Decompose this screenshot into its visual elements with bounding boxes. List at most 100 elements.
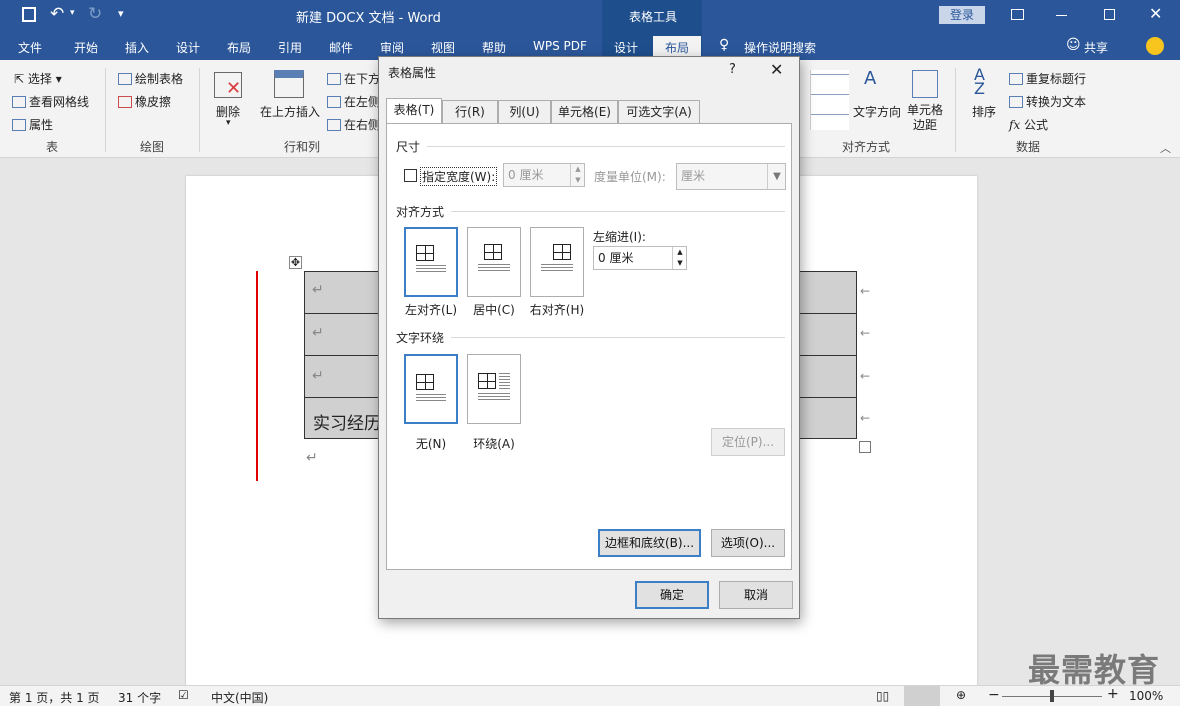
wrap-section-title: 文字环绕 [396, 331, 445, 345]
draw-table-button[interactable]: 绘制表格 [118, 70, 183, 87]
chevron-down-icon[interactable]: ▾ [226, 118, 231, 128]
wrap-around-option[interactable] [467, 354, 521, 424]
zoom-level[interactable]: 100% [1129, 689, 1163, 703]
maximize-icon[interactable] [1104, 9, 1115, 20]
insert-above-button[interactable]: 在上方插入 [260, 103, 320, 120]
chevron-down-icon[interactable]: ▾ [70, 8, 75, 18]
align-center-label[interactable]: 居中(C) [459, 301, 529, 318]
word-count[interactable]: 31 个字 [118, 689, 161, 706]
align-right-option[interactable] [530, 227, 584, 297]
collapse-ribbon-icon[interactable]: ︿ [1160, 140, 1171, 156]
row-end-mark-icon: ← [860, 369, 871, 383]
ok-button[interactable]: 确定 [635, 581, 709, 609]
customize-icon[interactable]: ▾ [118, 7, 124, 20]
options-button[interactable]: 选项(O)... [711, 529, 785, 557]
print-layout-icon[interactable] [904, 686, 940, 706]
status-bar: 第 1 页，共 1 页 31 个字 ☑ 中文(中国) ▯▯ ⊕ − + 100% [0, 685, 1180, 706]
formula-button[interactable]: fx 公式 [1009, 116, 1048, 133]
tab-table-design[interactable]: 设计 [614, 39, 638, 56]
sort-icon: AZ [974, 65, 985, 98]
size-section-title: 尺寸 [396, 140, 421, 154]
section-divider [451, 337, 785, 338]
align-left-option[interactable] [404, 227, 458, 297]
ribbon-display-icon[interactable] [1011, 9, 1024, 20]
share-button[interactable]: 共享 [1084, 39, 1108, 56]
login-button[interactable]: 登录 [939, 6, 985, 24]
tab-column[interactable]: 列(U) [498, 100, 551, 124]
web-layout-icon[interactable]: ⊕ [956, 688, 966, 702]
tab-wps-pdf[interactable]: WPS PDF [533, 39, 587, 53]
dialog-close-icon[interactable]: ✕ [770, 60, 783, 79]
properties-button[interactable]: 属性 [12, 116, 53, 133]
language-indicator[interactable]: 中文(中国) [211, 689, 268, 706]
align-left-label[interactable]: 左对齐(L) [396, 301, 466, 318]
position-button: 定位(P)... [711, 428, 785, 456]
tab-alt-text[interactable]: 可选文字(A) [618, 100, 700, 124]
borders-shading-button[interactable]: 边框和底纹(B)... [598, 529, 701, 557]
align-right-label[interactable]: 右对齐(H) [522, 301, 592, 318]
dialog-tab-panel: 尺寸 指定宽度(W): 0 厘米 ▲ ▼ 度量单位(M): 厘米 ▼ 对齐方式 左… [386, 123, 792, 570]
select-button[interactable]: ⇱ 选择 ▾ [14, 70, 62, 87]
tab-file[interactable]: 文件 [18, 39, 42, 56]
cursor-icon: ⇱ [14, 72, 28, 86]
tab-mailings[interactable]: 邮件 [329, 39, 353, 56]
zoom-in-icon[interactable]: + [1107, 686, 1119, 702]
eraser-button[interactable]: 橡皮擦 [118, 93, 171, 110]
tab-row[interactable]: 行(R) [442, 100, 498, 124]
user-icon: ☺ [1066, 37, 1081, 53]
cancel-button[interactable]: 取消 [719, 581, 793, 609]
ribbon-separator [105, 68, 106, 152]
tab-home[interactable]: 开始 [74, 39, 98, 56]
proofing-icon[interactable]: ☑ [178, 688, 189, 702]
text-lines-icon [499, 373, 510, 389]
smiley-icon[interactable] [1146, 37, 1164, 55]
repeat-header-button[interactable]: 重复标题行 [1009, 70, 1086, 87]
specify-width-label[interactable]: 指定宽度(W): [420, 167, 498, 186]
ribbon-separator [955, 68, 956, 152]
minimize-icon[interactable] [1056, 15, 1067, 16]
insert-left-button[interactable]: 在左侧 [327, 93, 380, 110]
tab-insert[interactable]: 插入 [125, 39, 149, 56]
help-button[interactable]: ? [729, 62, 736, 77]
tab-help[interactable]: 帮助 [482, 39, 506, 56]
section-divider [451, 211, 785, 212]
cell-margins-button[interactable]: 单元格 边距 [907, 103, 943, 133]
wrap-around-label[interactable]: 环绕(A) [459, 435, 529, 452]
redo-icon[interactable]: ↻ [88, 4, 102, 24]
tab-review[interactable]: 审阅 [380, 39, 404, 56]
text-lines-icon [416, 265, 446, 274]
undo-icon[interactable]: ↶ [50, 4, 64, 24]
tab-view[interactable]: 视图 [431, 39, 455, 56]
wrap-none-option[interactable] [404, 354, 458, 424]
view-gridlines-button[interactable]: 查看网格线 [12, 93, 89, 110]
zoom-slider-thumb[interactable] [1050, 690, 1054, 702]
tab-cell[interactable]: 单元格(E) [551, 100, 618, 124]
tab-layout[interactable]: 布局 [227, 39, 251, 56]
tab-design[interactable]: 设计 [176, 39, 200, 56]
table-move-handle-icon[interactable]: ✥ [289, 256, 302, 269]
align-left-icon [416, 245, 434, 261]
chevron-down-icon: ▼ [767, 164, 786, 189]
convert-text-button[interactable]: 转换为文本 [1009, 93, 1086, 110]
title-bar: ↶ ▾ ↻ ▾ 新建 DOCX 文档 - Word 表格工具 登录 ✕ [0, 0, 1180, 32]
text-lines-icon [478, 393, 510, 402]
text-direction-button[interactable]: 文字方向 [853, 103, 901, 120]
tell-me-search[interactable]: 操作说明搜索 [744, 39, 816, 56]
page-count[interactable]: 第 1 页，共 1 页 [9, 689, 100, 706]
wrap-none-label[interactable]: 无(N) [396, 435, 466, 452]
zoom-out-icon[interactable]: − [988, 687, 1000, 703]
tab-table[interactable]: 表格(T) [386, 98, 442, 124]
spinner-icon[interactable]: ▲ ▼ [672, 247, 687, 269]
insert-below-button[interactable]: 在下方 [327, 70, 380, 87]
insert-right-button[interactable]: 在右侧 [327, 116, 380, 133]
specify-width-checkbox[interactable] [404, 169, 417, 182]
sort-button[interactable]: 排序 [972, 103, 996, 120]
table-resize-handle[interactable] [859, 441, 871, 453]
read-mode-icon[interactable]: ▯▯ [876, 689, 889, 703]
close-icon[interactable]: ✕ [1149, 4, 1162, 23]
align-center-option[interactable] [467, 227, 521, 297]
tab-references[interactable]: 引用 [278, 39, 302, 56]
save-icon[interactable] [22, 7, 36, 22]
eraser-icon [118, 96, 132, 108]
align-grid-icon[interactable] [810, 70, 849, 130]
